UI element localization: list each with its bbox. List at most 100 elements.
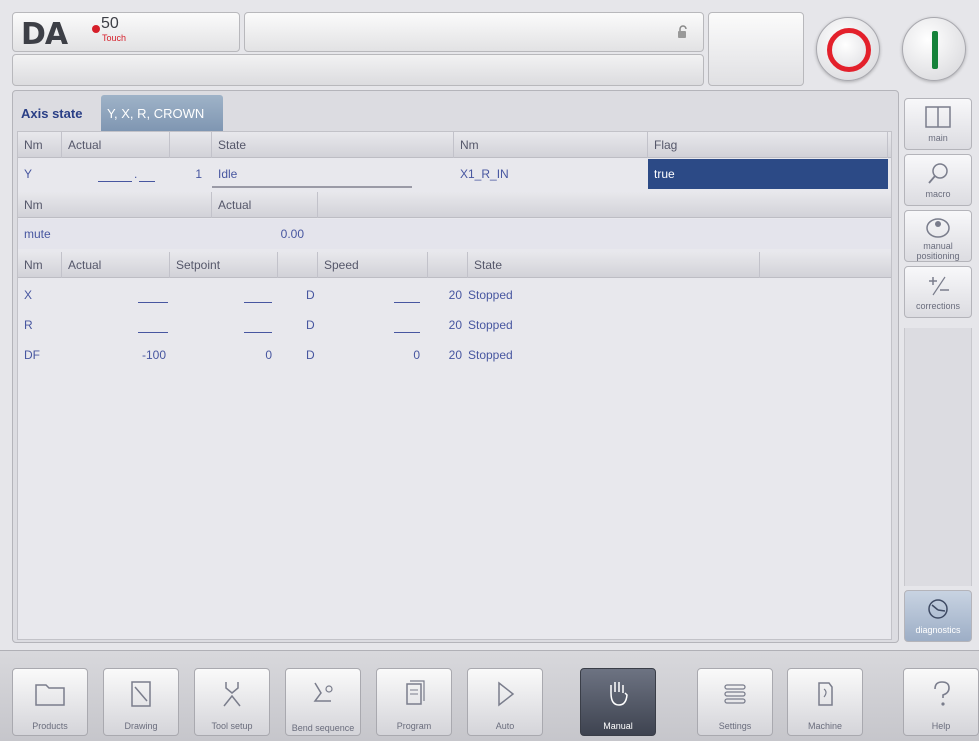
row-state: Stopped [468,318,513,332]
play-icon [498,681,515,707]
nav-help-button[interactable]: Help [903,668,979,736]
speed-placeholder [394,280,420,310]
table1-row[interactable]: Y . 1 Idle X1_R_IN true [18,159,891,189]
col-nm: Nm [18,132,62,158]
table2-header: Nm Actual [18,192,891,218]
nav-label: Bend sequence [291,723,355,733]
sidebar-label: corrections [915,301,960,311]
table-row[interactable]: DF -100 0 D 0 20 Stopped [18,340,891,370]
row-dir: D [306,288,315,302]
row-nm: mute [24,227,51,241]
nav-label: Settings [718,721,752,731]
table3-header: Nm Actual Setpoint Speed State [18,252,891,278]
row-nm: X [24,288,33,302]
tab-y-x-r-crown[interactable]: Y, X, R, CROWN [101,95,223,131]
nav-label: Products [32,721,68,731]
row-pct: 20 [448,348,462,362]
table-row[interactable]: R D 20 Stopped [18,310,891,340]
row-dir: D [306,318,315,332]
nav-label: Tool setup [211,721,253,731]
table-row[interactable]: X D 20 Stopped [18,280,891,310]
row-pct: 20 [448,318,462,332]
positioning-icon [926,218,950,238]
col-actual: Actual [62,132,170,158]
row-divider [212,186,412,188]
nav-label: Auto [495,721,515,731]
row-nm: DF [24,348,40,362]
start-icon [932,31,938,69]
row-nm: Y [24,167,33,181]
question-icon [934,681,950,706]
col-nm: Nm [18,192,212,218]
col-nm: Nm [18,252,62,278]
machine-icon [818,682,833,706]
logo-text: DA [21,17,68,52]
nav-label: Help [931,721,951,731]
list-icon [724,684,746,704]
col-speed: Speed [318,252,428,278]
stop-icon [827,28,871,72]
hand-icon [610,682,628,706]
col-blank [170,132,212,158]
logo-subtitle: Touch [102,33,127,43]
table2-row[interactable]: mute 0.00 [18,219,891,249]
status-bar [12,54,704,86]
nav-manual-button[interactable]: Manual [580,668,656,736]
sidebar-label: diagnostics [915,625,961,635]
unlock-icon[interactable] [677,25,689,39]
table1-header: Nm Actual State Nm Flag [18,132,891,158]
row-flag-nm: X1_R_IN [460,167,509,181]
start-button[interactable] [902,17,966,81]
sidebar-corrections-button[interactable]: corrections [904,266,972,318]
axis-state-content: Nm Actual State Nm Flag Y . 1 Idle X1_R_… [17,131,892,640]
row-actual: 1 [195,167,202,181]
sidebar-macro-button[interactable]: macro [904,154,972,206]
logo: DA 50 Touch [12,12,240,52]
col-actual: Actual [212,192,318,218]
sidebar-manual-positioning-button[interactable]: manual positioning [904,210,972,262]
col-blank-2 [428,252,468,278]
nav-label: Drawing [124,721,158,731]
plus-minus-icon [929,276,949,296]
nav-bend-sequence-button[interactable]: Bend sequence [285,668,361,736]
sidebar-main-button[interactable]: main [904,98,972,150]
actual-placeholder [138,310,168,340]
row-flag[interactable]: true [648,159,888,189]
nav-label: Machine [807,721,843,731]
nav-program-button[interactable]: Program [376,668,452,736]
row-state: Idle [218,167,238,181]
col-state: State [468,252,760,278]
nav-auto-button[interactable]: Auto [467,668,543,736]
row-nm: R [24,318,33,332]
nav-products-button[interactable]: Products [12,668,88,736]
row-speed: 0 [413,348,420,362]
actual-placeholder: . [98,159,158,189]
program-icon [406,680,425,705]
col-blank-1 [278,252,318,278]
stop-button[interactable] [816,17,880,81]
panels-icon [925,106,951,128]
nav-machine-button[interactable]: Machine [787,668,863,736]
sidebar-spacer [904,328,972,586]
nav-label: Program [396,721,432,731]
nav-settings-button[interactable]: Settings [697,668,773,736]
folder-icon [35,684,65,706]
sidebar-label: main [928,133,948,143]
col-flag-nm: Nm [454,132,648,158]
col-actual: Actual [62,252,170,278]
row-setpoint: 0 [265,348,272,362]
row-actual: 0.00 [280,227,304,241]
row-state: Stopped [468,288,513,302]
col-flag: Flag [648,132,888,158]
magnifier-icon [928,163,948,184]
title-bar [244,12,704,52]
nav-tool-setup-button[interactable]: Tool setup [194,668,270,736]
tab-axis-state[interactable]: Axis state [15,95,99,131]
logo-number: 50 [101,15,119,32]
drawing-icon [131,681,151,707]
row-state: Stopped [468,348,513,362]
main-panel: Axis state Y, X, R, CROWN Nm Actual Stat… [12,90,899,643]
actual-placeholder [138,280,168,310]
sidebar-diagnostics-button[interactable]: diagnostics [904,590,972,642]
nav-drawing-button[interactable]: Drawing [103,668,179,736]
